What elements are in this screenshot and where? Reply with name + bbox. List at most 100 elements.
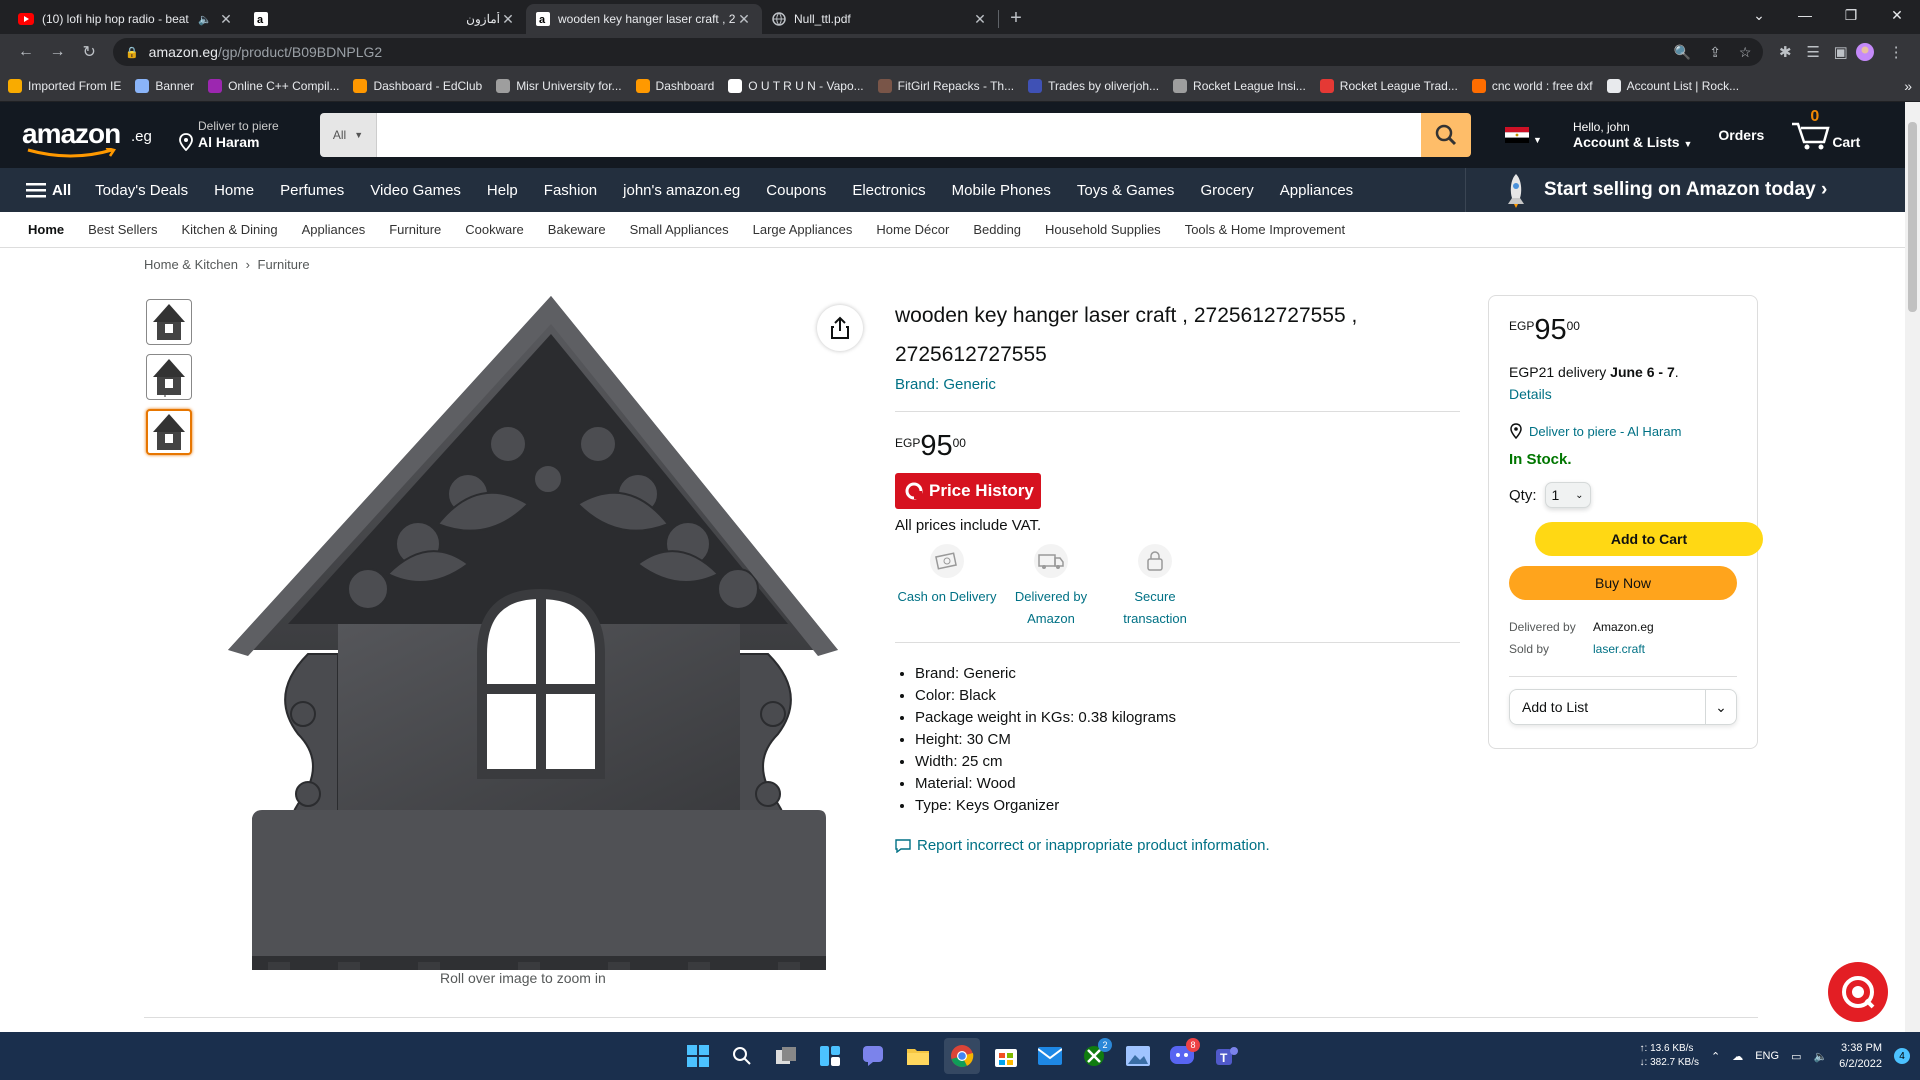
search-button[interactable]: [724, 1038, 760, 1074]
subnav-item[interactable]: Kitchen & Dining: [182, 222, 278, 237]
subnav-item[interactable]: Furniture: [389, 222, 441, 237]
cart-button[interactable]: 0 Cart: [1790, 108, 1860, 150]
bookmark-item[interactable]: Banner: [135, 78, 194, 93]
minimize-button[interactable]: —: [1782, 0, 1828, 34]
subnav-item[interactable]: Home: [28, 222, 64, 237]
add-to-cart-button[interactable]: Add to Cart: [1535, 522, 1763, 556]
language-selector[interactable]: ▼: [1505, 125, 1545, 145]
maximize-button[interactable]: ❐: [1828, 0, 1874, 34]
reload-icon[interactable]: ↻: [73, 42, 105, 62]
brand-link[interactable]: Brand: Generic: [895, 376, 1460, 393]
buy-now-button[interactable]: Buy Now: [1509, 566, 1737, 600]
bookmark-item[interactable]: O U T R U N - Vapo...: [728, 78, 864, 93]
page-scrollbar[interactable]: [1905, 102, 1920, 1032]
new-tab-button[interactable]: +: [999, 7, 1033, 30]
nav-item[interactable]: Video Games: [370, 182, 461, 199]
store-button[interactable]: [988, 1038, 1024, 1074]
subnav-item[interactable]: Home Décor: [876, 222, 949, 237]
bookmark-item[interactable]: Imported From IE: [8, 78, 121, 93]
tab-search-icon[interactable]: ⌄: [1736, 0, 1782, 34]
delivery-badge[interactable]: Secure transaction: [1103, 544, 1207, 630]
product-main-image[interactable]: [228, 294, 840, 970]
search-category-select[interactable]: All ▼: [320, 113, 377, 157]
subnav-item[interactable]: Bedding: [973, 222, 1021, 237]
subnav-item[interactable]: Small Appliances: [630, 222, 729, 237]
product-thumbnail[interactable]: [146, 354, 192, 400]
subnav-item[interactable]: Appliances: [302, 222, 366, 237]
nav-item[interactable]: Help: [487, 182, 518, 199]
tab-amazon-pinned[interactable]: a: [244, 4, 290, 34]
subnav-item[interactable]: Tools & Home Improvement: [1185, 222, 1345, 237]
nav-item[interactable]: Today's Deals: [95, 182, 188, 199]
file-explorer-button[interactable]: [900, 1038, 936, 1074]
tab-amazon-arabic[interactable]: أمازون ✕: [290, 4, 526, 34]
nav-item[interactable]: Home: [214, 182, 254, 199]
star-icon[interactable]: ☆: [1739, 44, 1752, 61]
share-button[interactable]: [817, 305, 863, 351]
subnav-item[interactable]: Large Appliances: [753, 222, 853, 237]
nav-item[interactable]: Coupons: [766, 182, 826, 199]
subnav-item[interactable]: Best Sellers: [88, 222, 157, 237]
close-icon[interactable]: ✕: [972, 11, 988, 28]
bookmark-item[interactable]: Trades by oliverjoh...: [1028, 78, 1159, 93]
nav-item[interactable]: Electronics: [852, 182, 925, 199]
mail-button[interactable]: [1032, 1038, 1068, 1074]
photos-button[interactable]: [1120, 1038, 1156, 1074]
start-selling-banner[interactable]: Start selling on Amazon today ›: [1465, 168, 1905, 212]
bookmark-item[interactable]: FitGirl Repacks - Th...: [877, 78, 1014, 93]
close-icon[interactable]: ✕: [736, 11, 752, 28]
more-bookmarks-icon[interactable]: »: [1904, 78, 1912, 94]
language-indicator[interactable]: ENG: [1755, 1050, 1779, 1062]
product-thumbnail-selected[interactable]: [146, 409, 192, 455]
tab-product[interactable]: a wooden key hanger laser craft , 2 ✕: [526, 4, 762, 34]
nav-item[interactable]: Perfumes: [280, 182, 344, 199]
add-to-list-button[interactable]: Add to List ⌄: [1509, 689, 1737, 725]
nav-item[interactable]: Appliances: [1280, 182, 1353, 199]
start-button[interactable]: [680, 1038, 716, 1074]
display-icon[interactable]: ▭: [1791, 1050, 1801, 1063]
side-panel-icon[interactable]: ▣: [1827, 43, 1855, 61]
reading-list-icon[interactable]: ☰: [1799, 43, 1827, 61]
url-input[interactable]: 🔒 amazon.eg/gp/product/B09BDNPLG2 🔍 ⇪ ☆: [112, 38, 1764, 66]
search-input[interactable]: [377, 113, 1421, 157]
bookmark-item[interactable]: Dashboard - EdClub: [353, 78, 482, 93]
subnav-item[interactable]: Bakeware: [548, 222, 606, 237]
close-window-button[interactable]: ✕: [1874, 0, 1920, 34]
forward-icon[interactable]: →: [42, 43, 74, 61]
price-history-button[interactable]: Price History: [895, 473, 1041, 509]
nav-item[interactable]: Fashion: [544, 182, 597, 199]
xbox-button[interactable]: 2: [1076, 1038, 1112, 1074]
widgets-button[interactable]: [812, 1038, 848, 1074]
amazon-logo[interactable]: amazon .eg: [22, 110, 152, 160]
close-icon[interactable]: ✕: [218, 11, 234, 28]
teams-chat-button[interactable]: [856, 1038, 892, 1074]
chevron-up-icon[interactable]: ⌃: [1711, 1050, 1720, 1063]
account-menu[interactable]: Hello, john Account & Lists ▼: [1573, 120, 1692, 150]
delivery-location-link[interactable]: Deliver to piere - Al Haram: [1509, 423, 1737, 439]
teams-button[interactable]: T: [1208, 1038, 1244, 1074]
bookmark-item[interactable]: Account List | Rock...: [1606, 78, 1739, 93]
delivery-badge[interactable]: Cash on Delivery: [895, 544, 999, 630]
extensions-icon[interactable]: ✱: [1771, 43, 1799, 61]
delivery-badge[interactable]: Delivered by Amazon: [999, 544, 1103, 630]
chrome-button[interactable]: [944, 1038, 980, 1074]
chevron-down-icon[interactable]: ⌄: [1706, 699, 1736, 716]
quantity-select[interactable]: 1 ⌄: [1544, 482, 1591, 508]
chat-support-button[interactable]: [1828, 962, 1888, 1022]
clock[interactable]: 3:38 PM 6/2/2022: [1839, 1040, 1882, 1072]
notification-badge[interactable]: 4: [1894, 1048, 1910, 1064]
breadcrumb-furniture[interactable]: Furniture: [258, 257, 310, 272]
onedrive-icon[interactable]: ☁: [1732, 1050, 1743, 1063]
all-menu-button[interactable]: All: [26, 182, 71, 199]
tab-pdf[interactable]: Null_ttl.pdf ✕: [762, 4, 998, 34]
bookmark-item[interactable]: Rocket League Insi...: [1173, 78, 1306, 93]
bookmark-item[interactable]: Online C++ Compil...: [208, 78, 339, 93]
close-icon[interactable]: ✕: [500, 11, 516, 28]
bookmark-item[interactable]: Rocket League Trad...: [1319, 78, 1458, 93]
bookmark-item[interactable]: Misr University for...: [496, 78, 622, 93]
subnav-item[interactable]: Household Supplies: [1045, 222, 1161, 237]
volume-icon[interactable]: 🔈: [1813, 1050, 1827, 1063]
subnav-item[interactable]: Cookware: [465, 222, 524, 237]
details-link[interactable]: Details: [1509, 386, 1552, 402]
product-thumbnail[interactable]: [146, 299, 192, 345]
